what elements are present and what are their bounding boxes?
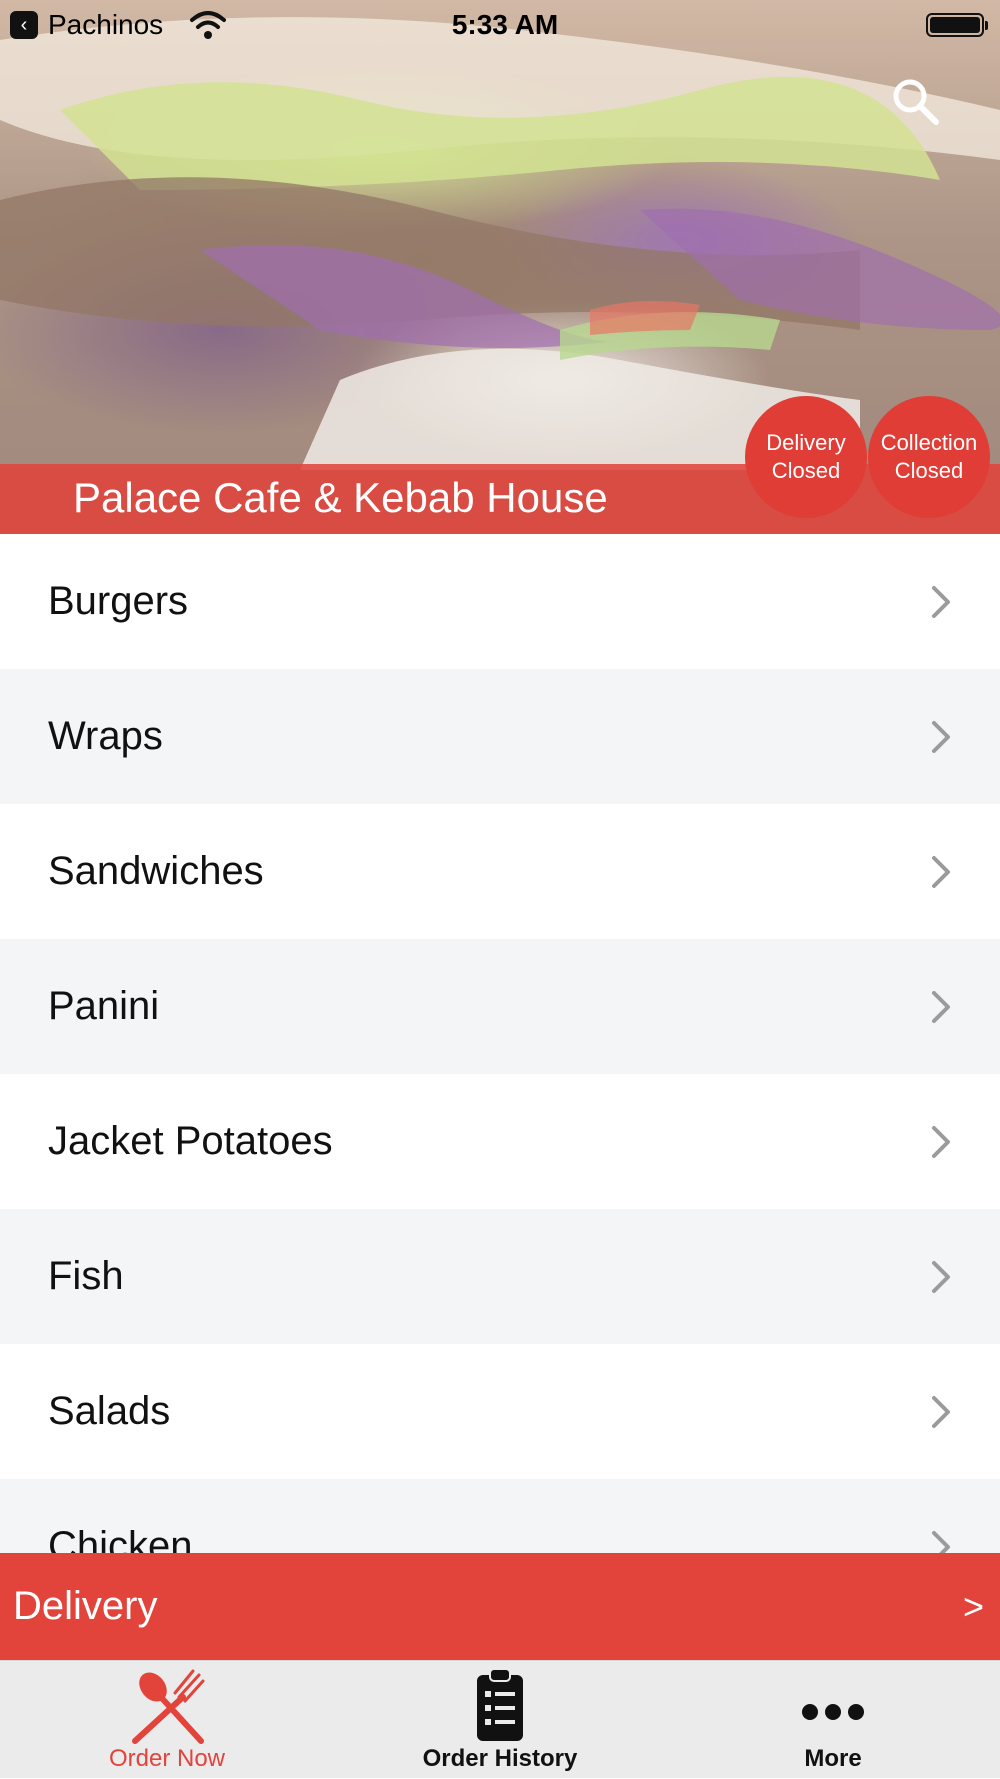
menu-category-list: Burgers Wraps Sandwiches Panini Jacket P… xyxy=(0,534,1000,1553)
tab-order-now-label: Order Now xyxy=(108,1745,226,1772)
clipboard-list-icon xyxy=(477,1668,523,1741)
menu-category-label: Wraps xyxy=(48,714,163,758)
chevron-right-icon xyxy=(932,1261,950,1293)
menu-category-fish[interactable]: Fish xyxy=(0,1209,1000,1344)
tab-order-history-label: Order History xyxy=(422,1745,578,1772)
tab-more-label: More xyxy=(804,1745,862,1772)
menu-category-jacket-potatoes[interactable]: Jacket Potatoes xyxy=(0,1074,1000,1209)
delivery-status-badge: Delivery Closed xyxy=(745,396,867,518)
collection-status-title: Collection xyxy=(880,430,978,455)
tab-bar: Order Now Order History More xyxy=(0,1660,1000,1778)
menu-category-label: Salads xyxy=(48,1389,171,1433)
tab-order-now[interactable]: Order Now xyxy=(0,1661,334,1779)
search-icon[interactable] xyxy=(888,74,944,130)
chevron-right-icon xyxy=(932,856,950,888)
chevron-right-icon xyxy=(932,1126,950,1158)
more-dots-icon xyxy=(802,1704,864,1720)
battery-icon xyxy=(926,13,988,37)
fork-knife-icon xyxy=(132,1669,205,1744)
chevron-right-icon xyxy=(932,991,950,1023)
status-bar: ‹ Pachinos 5:33 AM xyxy=(0,0,1000,52)
menu-category-salads[interactable]: Salads xyxy=(0,1344,1000,1479)
restaurant-name: Palace Cafe & Kebab House xyxy=(73,474,608,521)
chevron-right-icon xyxy=(932,721,950,753)
order-mode-arrow: > xyxy=(962,1586,984,1627)
menu-category-label: Panini xyxy=(48,984,160,1028)
menu-category-sandwiches[interactable]: Sandwiches xyxy=(0,804,1000,939)
menu-category-label: Jacket Potatoes xyxy=(48,1119,333,1163)
chevron-right-icon xyxy=(932,1396,950,1428)
chevron-right-icon xyxy=(932,1531,950,1553)
menu-category-label: Fish xyxy=(48,1254,124,1298)
menu-category-chicken[interactable]: Chicken xyxy=(0,1479,1000,1553)
order-mode-bar[interactable]: Delivery > xyxy=(0,1553,1000,1660)
menu-category-label: Burgers xyxy=(48,579,189,623)
tab-more[interactable]: More xyxy=(666,1661,1000,1779)
delivery-status-value: Closed xyxy=(771,458,841,483)
collection-status-badge: Collection Closed xyxy=(868,396,990,518)
chevron-right-icon xyxy=(932,586,950,618)
menu-category-burgers[interactable]: Burgers xyxy=(0,534,1000,669)
menu-category-label: Sandwiches xyxy=(48,849,264,893)
tab-order-history[interactable]: Order History xyxy=(333,1661,667,1779)
collection-status-value: Closed xyxy=(894,458,964,483)
menu-category-label: Chicken xyxy=(48,1524,193,1553)
delivery-status-title: Delivery xyxy=(766,430,846,455)
order-mode-label: Delivery xyxy=(13,1584,158,1628)
clock: 5:33 AM xyxy=(451,9,559,40)
menu-category-panini[interactable]: Panini xyxy=(0,939,1000,1074)
menu-category-wraps[interactable]: Wraps xyxy=(0,669,1000,804)
